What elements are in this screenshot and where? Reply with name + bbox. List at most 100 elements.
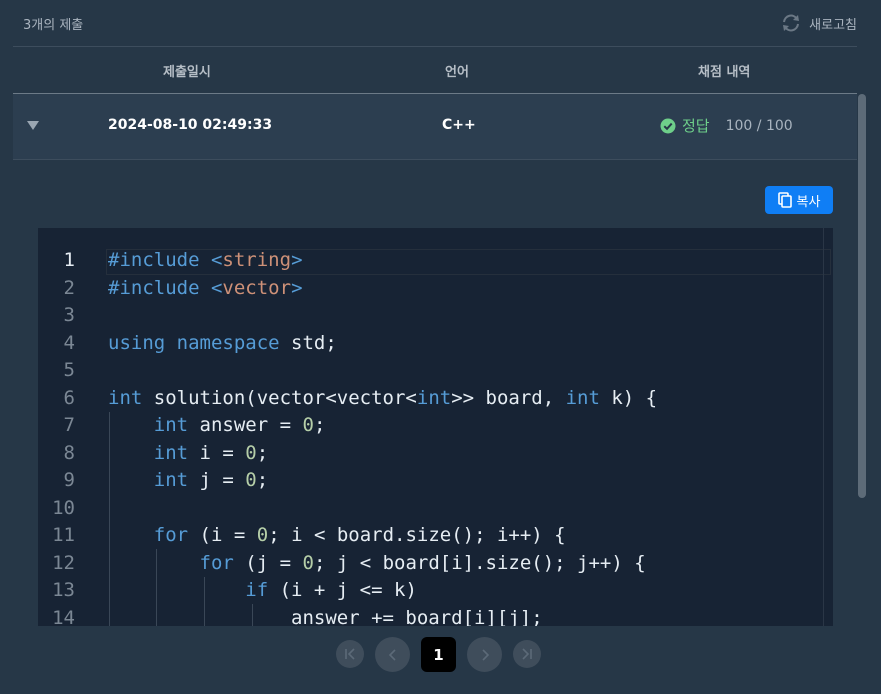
line-number: 4 — [63, 331, 75, 354]
code-token: std; — [279, 331, 337, 354]
code-line: 2 #include <vector> — [38, 275, 657, 303]
copy-button[interactable]: 복사 — [765, 186, 833, 214]
code-token: < — [210, 276, 223, 299]
code-line: 13 if (i + j <= k) — [38, 577, 657, 605]
line-number: 10 — [52, 496, 75, 519]
code-line: 10 — [38, 495, 657, 523]
line-number: 7 — [63, 414, 75, 436]
line-number: 3 — [63, 304, 75, 326]
last-page-button[interactable] — [513, 640, 541, 668]
code-token: int — [153, 469, 189, 491]
code-token: < — [210, 249, 223, 271]
submissions-header: 3개의 제출 새로고침 — [13, 0, 857, 46]
code-token: 0 — [256, 524, 269, 546]
code-token: (i + j <= k) — [268, 579, 417, 601]
code-line: 12 for (j = 0; j < board[i].size(); j++)… — [38, 550, 657, 578]
code-token: int — [416, 386, 452, 409]
code-token: int — [153, 414, 189, 436]
next-page-button[interactable] — [467, 637, 502, 672]
code-line: 1 #include <string> — [38, 247, 657, 275]
code-token: int — [108, 386, 143, 409]
code-token: i = — [188, 441, 246, 464]
column-language: 언어 — [445, 65, 469, 80]
refresh-button[interactable]: 새로고침 — [781, 14, 857, 33]
code-line: 4 using namespace std; — [38, 330, 657, 358]
status-badge: 정답 — [682, 117, 710, 135]
code-token: for — [199, 551, 234, 574]
line-number: 11 — [52, 524, 75, 546]
line-number: 14 — [52, 606, 75, 627]
code-token: string — [222, 249, 292, 271]
table-header: 제출일시 언어 채점 내역 — [13, 46, 857, 94]
code-line: 3 — [38, 302, 657, 330]
column-grading: 채점 내역 — [698, 65, 751, 80]
code-line: 14 answer += board[i][j]; — [38, 605, 657, 627]
code-token: solution(vector<vector< — [142, 386, 417, 409]
code-token: ; j < board[i].size(); j++) { — [313, 551, 646, 574]
page-scrollbar[interactable] — [858, 94, 866, 498]
line-number: 2 — [63, 276, 75, 299]
check-circle-icon — [660, 118, 676, 133]
line-number: 13 — [52, 579, 75, 601]
score-text: 100 / 100 — [725, 117, 793, 134]
copy-icon — [777, 192, 792, 208]
code-token: using — [108, 331, 166, 354]
code-token: 0 — [302, 551, 314, 574]
code-token: j = — [188, 469, 246, 491]
submission-language: C++ — [442, 117, 476, 133]
code-line: 7 int answer = 0; — [38, 412, 657, 440]
chevron-right-icon — [481, 648, 489, 661]
editor-scroll-track — [823, 228, 824, 626]
code-line: 5 — [38, 357, 657, 385]
refresh-label: 새로고침 — [809, 17, 857, 33]
collapse-caret-icon[interactable] — [27, 121, 39, 130]
code-token: (j = — [233, 551, 303, 574]
pagination: 1 — [336, 637, 541, 672]
code-line: 9 int j = 0; — [38, 467, 657, 495]
code-token: int — [565, 386, 600, 409]
code-token: > — [291, 276, 303, 299]
line-number: 9 — [63, 469, 75, 491]
refresh-icon — [783, 14, 800, 32]
copy-label: 복사 — [796, 194, 821, 210]
code-token: (i = — [188, 524, 257, 546]
column-submitted-at: 제출일시 — [163, 65, 211, 80]
code-token: vector — [222, 276, 292, 299]
line-number: 12 — [52, 551, 75, 574]
code-editor[interactable]: 1 #include <string> 2 #include <vector> 3 4 us… — [38, 228, 833, 626]
page-1-button[interactable]: 1 — [421, 637, 456, 672]
code-token: #include — [108, 276, 200, 299]
first-page-button[interactable] — [336, 640, 364, 668]
submission-row[interactable]: 2024-08-10 02:49:33 C++ 정답 100 / 100 — [13, 94, 857, 160]
code-token: 0 — [245, 469, 257, 491]
prev-page-button[interactable] — [375, 637, 410, 672]
code-token: >> board, — [451, 386, 566, 409]
code-token: > — [291, 249, 303, 271]
code-token: answer += board[i][j]; — [108, 606, 543, 627]
code-content: 1 #include <string> 2 #include <vector> 3 4 us… — [38, 247, 657, 626]
code-token: #include — [108, 249, 200, 271]
code-token: ; i < board.size(); i++) { — [268, 524, 566, 546]
grading-result: 정답 100 / 100 — [660, 115, 793, 136]
last-page-icon — [522, 648, 532, 660]
code-token: 0 — [245, 441, 257, 464]
code-token: if — [245, 579, 269, 601]
code-token: ; — [313, 414, 326, 436]
chevron-left-icon — [388, 648, 396, 661]
code-line: 11 for (i = 0; i < board.size(); i++) { — [38, 522, 657, 550]
code-token: 0 — [302, 414, 314, 436]
submission-date: 2024-08-10 02:49:33 — [108, 117, 273, 133]
line-number: 5 — [63, 359, 75, 381]
submission-count: 3개의 제출 — [23, 17, 84, 33]
code-token: ; — [256, 441, 269, 464]
code-token: answer = — [188, 414, 303, 436]
code-token: ; — [256, 469, 269, 491]
